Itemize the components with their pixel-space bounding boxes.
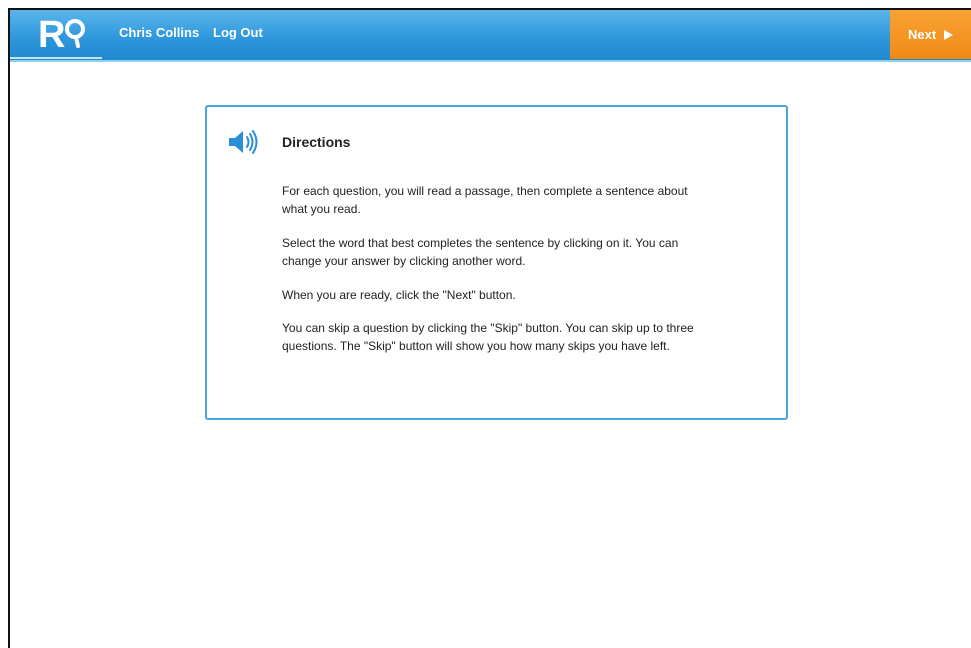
user-name-link[interactable]: Chris Collins — [119, 25, 199, 40]
directions-card: Directions For each question, you will r… — [205, 105, 788, 420]
next-button-label: Next — [908, 27, 937, 42]
directions-paragraph: Select the word that best completes the … — [282, 236, 679, 268]
app-logo[interactable]: R — [10, 10, 102, 59]
next-button[interactable]: Next — [890, 10, 971, 59]
directions-paragraph: You can skip a question by clicking the … — [282, 321, 694, 353]
app-frame: R Chris Collins Log Out Next Directions … — [8, 8, 971, 648]
directions-paragraph: When you are ready, click the "Next" but… — [282, 288, 516, 302]
play-arrow-icon — [944, 29, 954, 40]
logout-link[interactable]: Log Out — [213, 25, 263, 40]
logo-icon: R — [38, 14, 85, 54]
speaker-icon[interactable] — [227, 129, 261, 160]
logo-letter: R — [38, 14, 65, 54]
magnifier-icon — [65, 19, 85, 39]
directions-title: Directions — [282, 134, 351, 150]
top-bar: R Chris Collins Log Out Next — [10, 10, 971, 62]
directions-paragraph: For each question, you will read a passa… — [282, 184, 688, 216]
